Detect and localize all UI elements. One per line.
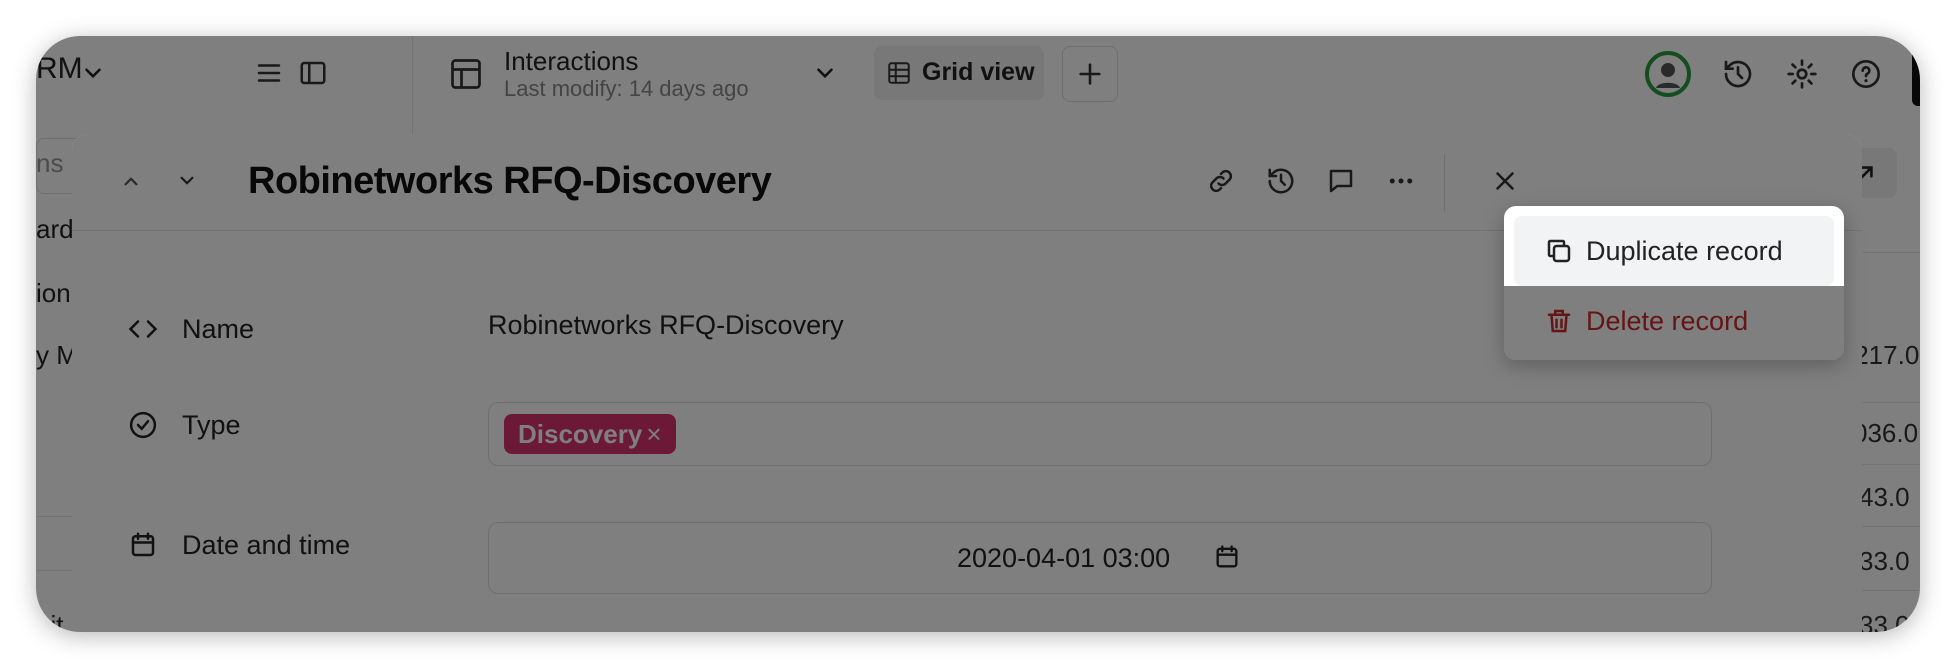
duplicate-record-label: Duplicate record (1586, 236, 1783, 266)
menu-dim-overlay (1504, 286, 1844, 360)
record-actions-menu: Duplicate record Delete record (1504, 206, 1844, 360)
duplicate-record-menu-item[interactable]: Duplicate record (1514, 216, 1834, 286)
app-window: RM Interactions Last modify: 14 days ago… (36, 36, 1920, 632)
copy-icon (1544, 236, 1574, 266)
